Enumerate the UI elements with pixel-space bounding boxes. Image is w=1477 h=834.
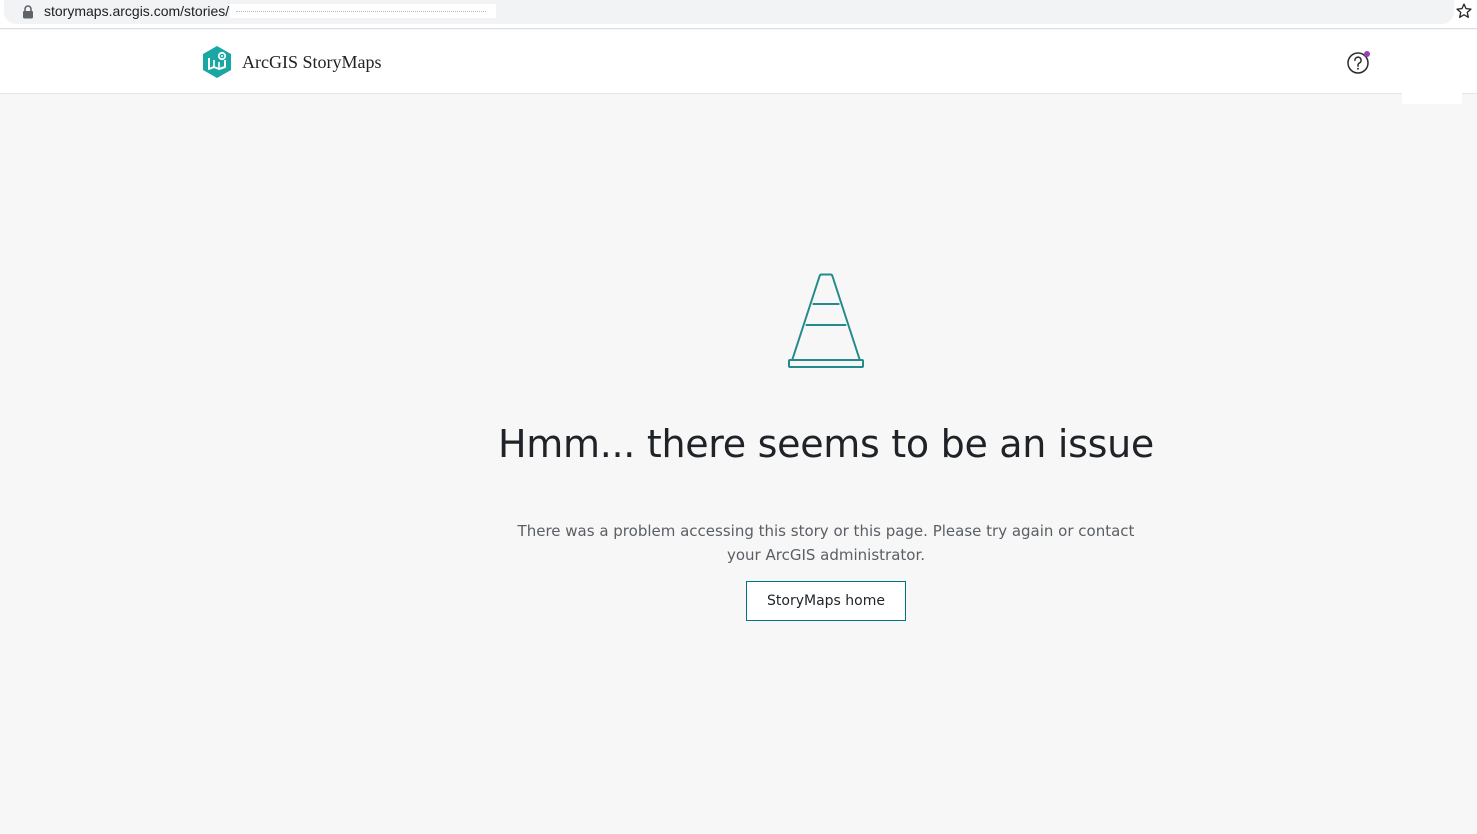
error-title: Hmm... there seems to be an issue [498,422,1154,466]
error-page: Hmm... there seems to be an issue There … [0,95,1477,834]
storymaps-home-button[interactable]: StoryMaps home [746,581,906,621]
brand[interactable]: ArcGIS StoryMaps [202,46,382,78]
notification-dot [1364,51,1370,57]
browser-address-bar: storymaps.arcgis.com/stories/ [0,0,1477,29]
brand-name: ArcGIS StoryMaps [242,51,382,72]
url-bar[interactable]: storymaps.arcgis.com/stories/ [4,0,1454,24]
traffic-cone-icon [788,273,864,368]
app-header: ArcGIS StoryMaps [0,30,1477,104]
help-icon[interactable] [1346,50,1372,76]
url-text[interactable]: storymaps.arcgis.com/stories/ [44,3,229,19]
url-redacted-segment [230,4,496,18]
star-icon[interactable] [1455,2,1473,20]
error-message: There was a problem accessing this story… [517,522,1135,564]
lock-icon [23,5,33,19]
storymaps-logo-icon [203,46,231,78]
